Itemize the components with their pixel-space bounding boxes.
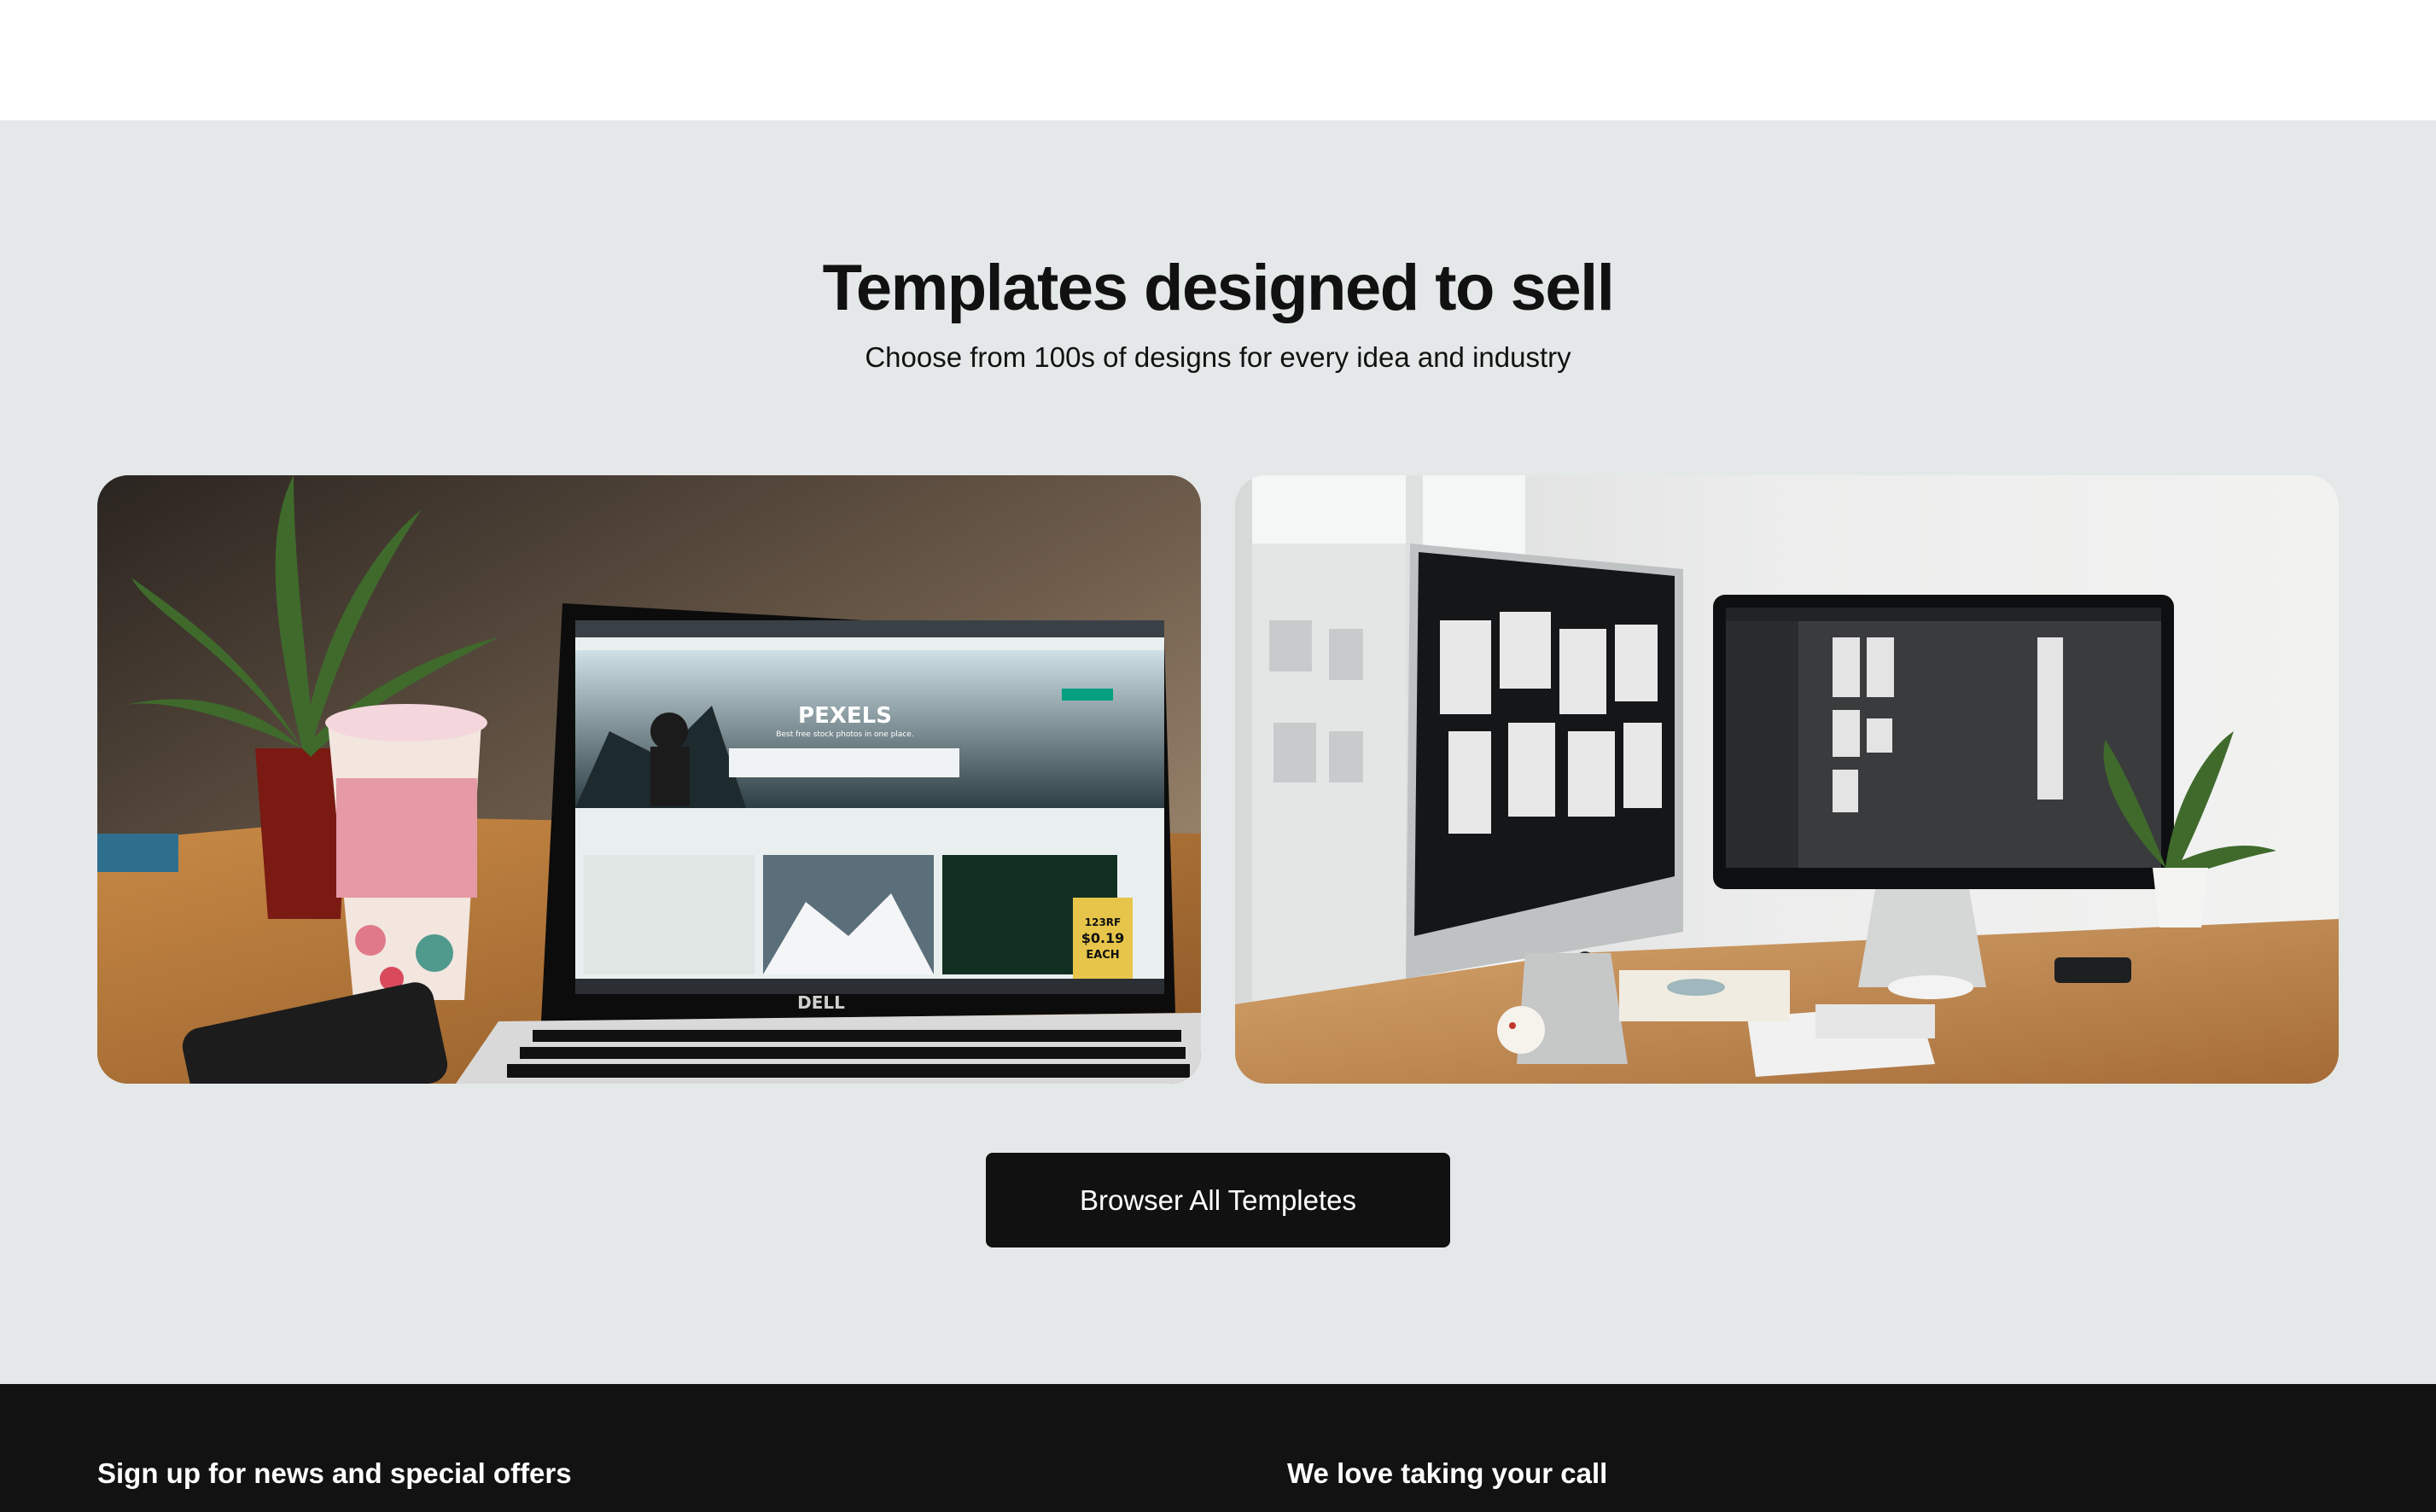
section-subtitle: Choose from 100s of designs for every id… — [865, 341, 1571, 373]
header-strip — [0, 0, 2436, 120]
dual-monitor-desk-photo — [1235, 475, 2339, 1084]
laptop-desk-photo: PEXELS Best free stock photos in one pla… — [97, 475, 1201, 1084]
template-card-laptop[interactable]: PEXELS Best free stock photos in one pla… — [97, 475, 1201, 1084]
screen-brand-text: PEXELS — [798, 703, 892, 729]
ad-price-text: $0.19 — [1081, 930, 1125, 946]
footer-contact-heading: We love taking your call — [1287, 1457, 1608, 1489]
section-title: Templates designed to sell — [822, 252, 1615, 324]
screen-tagline-text: Best free stock photos in one place. — [776, 730, 913, 739]
template-card-monitors[interactable] — [1235, 475, 2339, 1084]
footer-signup-heading: Sign up for news and special offers — [97, 1457, 572, 1489]
browse-all-templates-button[interactable]: Browser All Templetes — [986, 1153, 1450, 1247]
ad-unit-text: EACH — [1086, 949, 1119, 962]
ad-brand-text: 123RF — [1085, 916, 1122, 928]
footer — [0, 1384, 2436, 1512]
page: Templates designed to sell Choose from 1… — [0, 0, 2436, 1512]
laptop-brand-text: DELL — [797, 992, 845, 1013]
